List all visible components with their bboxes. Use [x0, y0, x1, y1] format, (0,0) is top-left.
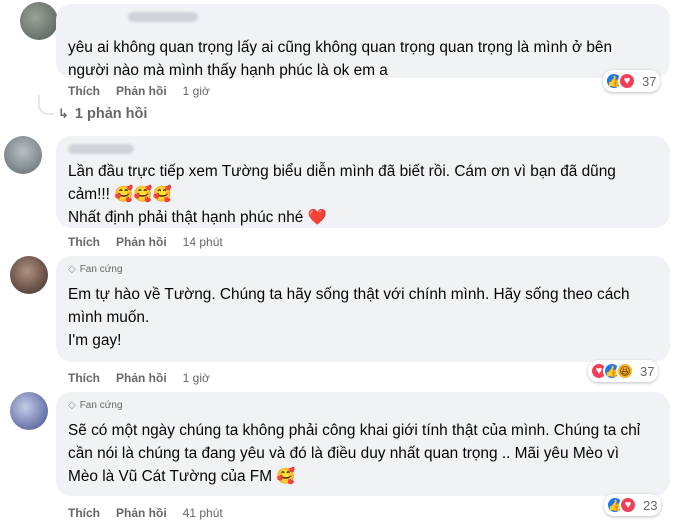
reply-button[interactable]: Phản hồi: [116, 84, 167, 98]
comment-author[interactable]: [68, 144, 134, 154]
comment-line: Sẽ có một ngày chúng ta không phải công …: [68, 422, 641, 439]
reaction-count: 37: [640, 363, 655, 379]
replies-label: 1 phản hồi: [74, 106, 148, 122]
comment-actions: Thích Phản hồi 1 giờ: [68, 371, 210, 385]
avatar[interactable]: [4, 136, 42, 174]
comment-text: yêu ai không quan trọng lấy ai cũng khôn…: [68, 39, 613, 79]
view-replies-link[interactable]: ↳ 1 phản hồi: [58, 106, 147, 122]
comment-text: Sẽ có một ngày chúng ta không phải công …: [68, 419, 658, 488]
like-button[interactable]: Thích: [68, 371, 100, 385]
comment-line: Lần đầu trực tiếp xem Tường biểu diễn mì…: [68, 163, 616, 180]
comment-line: mình muốn.: [68, 309, 150, 326]
haha-icon: 😆: [616, 362, 634, 380]
diamond-icon: ◇: [68, 400, 76, 411]
comment-line: Nhất định phải thật hạnh phúc nhé ❤️: [68, 209, 327, 226]
like-button[interactable]: Thích: [68, 506, 100, 520]
comment-time[interactable]: 1 giờ: [183, 371, 210, 385]
love-icon: ♥: [618, 72, 636, 90]
fan-badge: ◇ Fan cứng: [68, 264, 658, 275]
avatar[interactable]: [20, 2, 58, 40]
comment-text: Lần đầu trực tiếp xem Tường biểu diễn mì…: [68, 160, 658, 229]
comment-author[interactable]: [128, 12, 198, 22]
comment-bubble: yêu ai không quan trọng lấy ai cũng khôn…: [56, 4, 670, 79]
like-button[interactable]: Thích: [68, 84, 100, 98]
comment-line: cảm!!! 🥰🥰🥰: [68, 186, 172, 203]
fan-badge-label: Fan cứng: [79, 264, 123, 275]
comment-actions: Thích Phản hồi 41 phút: [68, 506, 223, 520]
comment-time[interactable]: 41 phút: [183, 506, 223, 520]
comment-text: Em tự hào về Tường. Chúng ta hãy sống th…: [68, 283, 658, 352]
thread-connector: [38, 95, 54, 115]
reaction-summary[interactable]: 👍 ♥ 37: [603, 70, 661, 92]
comment-actions: Thích Phản hồi 14 phút: [68, 235, 223, 249]
comment-actions: Thích Phản hồi 1 giờ: [68, 84, 210, 98]
reply-arrow-icon: ↳: [58, 106, 69, 121]
fan-badge-label: Fan cứng: [79, 400, 123, 411]
like-button[interactable]: Thích: [68, 235, 100, 249]
diamond-icon: ◇: [68, 264, 76, 275]
reaction-summary[interactable]: ♥ 👍 😆 37: [588, 360, 659, 382]
comment-line: Mèo là Vũ Cát Tường của FM 🥰: [68, 468, 296, 485]
comment-line: I'm gay!: [68, 332, 122, 349]
comment-line: cần nói là chúng ta đang yêu và đó là đi…: [68, 445, 620, 462]
comment-time[interactable]: 14 phút: [183, 235, 223, 249]
comment-bubble: Lần đầu trực tiếp xem Tường biểu diễn mì…: [56, 136, 670, 228]
reply-button[interactable]: Phản hồi: [116, 506, 167, 520]
reaction-count: 23: [643, 497, 658, 513]
comment-time[interactable]: 1 giờ: [183, 84, 210, 98]
comment-bubble: ◇ Fan cứng Em tự hào về Tường. Chúng ta …: [56, 256, 670, 362]
fan-badge: ◇ Fan cứng: [68, 400, 658, 411]
comment-line: Em tự hào về Tường. Chúng ta hãy sống th…: [68, 286, 630, 303]
reaction-count: 37: [642, 73, 657, 89]
avatar[interactable]: [10, 392, 48, 430]
love-icon: ♥: [619, 496, 637, 514]
reply-button[interactable]: Phản hồi: [116, 235, 167, 249]
reaction-summary[interactable]: 👍 ♥ 23: [604, 494, 662, 516]
reply-button[interactable]: Phản hồi: [116, 371, 167, 385]
comment-bubble: ◇ Fan cứng Sẽ có một ngày chúng ta không…: [56, 392, 670, 496]
avatar[interactable]: [10, 256, 48, 294]
